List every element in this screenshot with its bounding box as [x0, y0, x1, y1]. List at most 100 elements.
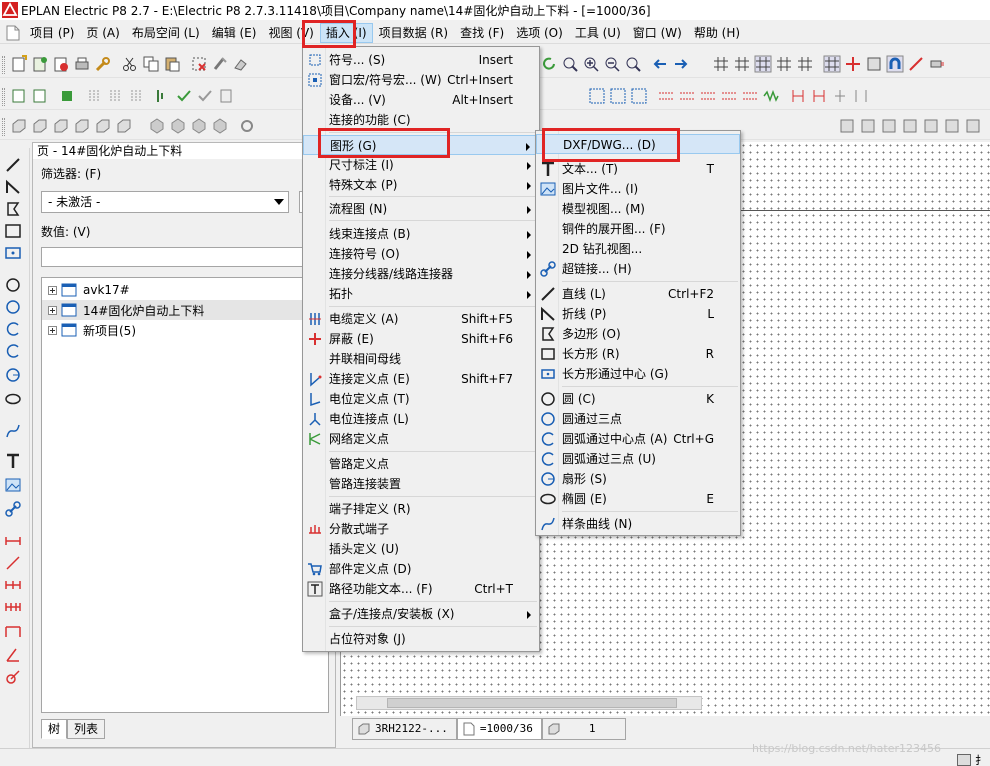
menu-item-topology[interactable]: 拓扑 — [303, 284, 539, 304]
refresh-icon[interactable] — [540, 55, 558, 73]
device-a-icon[interactable] — [154, 87, 172, 105]
toolbar-grip[interactable] — [2, 118, 5, 136]
scrollbar-thumb[interactable] — [387, 698, 677, 708]
sector-icon[interactable] — [4, 366, 22, 384]
menu-help[interactable]: 帮助 (H) — [688, 23, 746, 43]
tab-tree[interactable]: 树 — [41, 719, 68, 739]
menu-item-connection-definition[interactable]: 连接定义点 (E) Shift+F7 — [303, 369, 539, 389]
connection-a-icon[interactable] — [789, 87, 807, 105]
grid-b-icon[interactable] — [733, 55, 751, 73]
bus-b-icon[interactable] — [678, 87, 696, 105]
macro-b-icon[interactable] — [609, 87, 627, 105]
angle-dimension-icon[interactable] — [4, 646, 22, 664]
menu-item-shield[interactable]: 屏蔽 (E) Shift+F6 — [303, 329, 539, 349]
polyline-icon[interactable] — [4, 178, 22, 196]
menu-insert[interactable]: 插入 (I) — [319, 22, 373, 43]
dimension-d-icon[interactable] — [4, 598, 22, 616]
menu-item-circle-three-points[interactable]: 圆通过三点 — [536, 409, 740, 429]
mount-g-icon[interactable] — [964, 117, 982, 135]
menu-item-busbar[interactable]: 并联相间母线 — [303, 349, 539, 369]
menu-item-cable-definition[interactable]: 电缆定义 (A) Shift+F5 — [303, 309, 539, 329]
mount-a-icon[interactable] — [838, 117, 856, 135]
tab-list[interactable]: 列表 — [67, 719, 106, 739]
snap-grid-icon[interactable] — [823, 55, 841, 73]
grid-a-icon[interactable] — [712, 55, 730, 73]
connection-c-icon[interactable] — [831, 87, 849, 105]
menu-item-symbol[interactable]: 符号... (S) Insert — [303, 50, 539, 70]
grid-e-icon[interactable] — [796, 55, 814, 73]
menu-page[interactable]: 页 (A) — [80, 23, 125, 43]
3d-view-a-icon[interactable] — [148, 117, 166, 135]
expand-icon[interactable] — [48, 285, 57, 295]
bus-e-icon[interactable] — [741, 87, 759, 105]
ellipse-icon[interactable] — [4, 390, 22, 408]
menu-item-network-definition[interactable]: 网络定义点 — [303, 429, 539, 449]
mount-f-icon[interactable] — [943, 117, 961, 135]
wrench-icon[interactable] — [94, 55, 112, 73]
rectangle-center-icon[interactable] — [4, 244, 22, 262]
text-icon[interactable] — [4, 452, 22, 470]
menu-item-drilling-view[interactable]: 2D 钻孔视图... — [536, 239, 740, 259]
page-tab-active[interactable]: =1000/36 — [456, 718, 542, 740]
menu-project-data[interactable]: 项目数据 (R) — [373, 23, 455, 43]
menu-item-sector[interactable]: 扇形 (S) — [536, 469, 740, 489]
3d-box-b-icon[interactable] — [31, 117, 49, 135]
menu-item-polygon[interactable]: 多边形 (O) — [536, 324, 740, 344]
menu-edit[interactable]: 编辑 (E) — [206, 23, 263, 43]
menu-item-placeholder[interactable]: 占位符对象 (J) — [303, 629, 539, 649]
eraser-icon[interactable] — [232, 55, 250, 73]
horizontal-scrollbar[interactable] — [356, 696, 702, 710]
menu-item-text[interactable]: 文本... (T) T — [536, 159, 740, 179]
project-properties-icon[interactable] — [52, 55, 70, 73]
rotate-icon[interactable] — [238, 117, 256, 135]
menu-item-flowchart[interactable]: 流程图 (N) — [303, 199, 539, 219]
menu-item-ellipse[interactable]: 椭圆 (E) E — [536, 489, 740, 509]
menu-item-dxf-dwg[interactable]: DXF/DWG... (D) — [536, 134, 740, 154]
mount-c-icon[interactable] — [880, 117, 898, 135]
tree-item[interactable]: 14#固化炉自动上下料 — [42, 300, 328, 320]
menu-item-graphics[interactable]: 图形 (G) — [303, 135, 539, 155]
device-b-icon[interactable] — [217, 87, 235, 105]
3d-view-c-icon[interactable] — [190, 117, 208, 135]
paste-icon[interactable] — [163, 55, 181, 73]
zoom-out-icon[interactable] — [603, 55, 621, 73]
tree-item[interactable]: 新项目(5) — [42, 320, 328, 340]
3d-view-b-icon[interactable] — [169, 117, 187, 135]
spline-icon[interactable] — [4, 422, 22, 440]
menu-item-connection-symbol[interactable]: 连接符号 (O) — [303, 244, 539, 264]
check-icon[interactable] — [175, 87, 193, 105]
menu-item-connected-function[interactable]: 连接的功能 (C) — [303, 110, 539, 130]
zoom-100-icon[interactable] — [624, 55, 642, 73]
zoom-window-icon[interactable] — [561, 55, 579, 73]
3d-box-a-icon[interactable] — [10, 117, 28, 135]
circle-icon[interactable] — [4, 276, 22, 294]
menu-item-rectangle-center[interactable]: 长方形通过中心 (G) — [536, 364, 740, 384]
menu-item-pipe-connection[interactable]: 管路连接装置 — [303, 474, 539, 494]
mount-d-icon[interactable] — [901, 117, 919, 135]
terminal-a-icon[interactable] — [85, 87, 103, 105]
radius-dimension-icon[interactable] — [4, 668, 22, 686]
mount-e-icon[interactable] — [922, 117, 940, 135]
menu-tools[interactable]: 工具 (U) — [569, 23, 627, 43]
menu-item-model-view[interactable]: 模型视图... (M) — [536, 199, 740, 219]
menu-window[interactable]: 窗口 (W) — [627, 23, 688, 43]
menu-item-circle[interactable]: 圆 (C) K — [536, 389, 740, 409]
menu-item-arc-three-points[interactable]: 圆弧通过三点 (U) — [536, 449, 740, 469]
page-nav-2-icon[interactable] — [31, 87, 49, 105]
back-arrow-icon[interactable] — [651, 55, 669, 73]
filter-dropdown[interactable]: - 未激活 - — [41, 191, 289, 213]
new-project-icon[interactable] — [10, 55, 28, 73]
hyperlink-icon[interactable] — [4, 500, 22, 518]
toolbar-grip[interactable] — [2, 56, 5, 74]
menu-item-plug-definition[interactable]: 插头定义 (U) — [303, 539, 539, 559]
value-input[interactable] — [41, 247, 329, 267]
magnet-icon[interactable] — [886, 55, 904, 73]
menu-item-terminal-strip[interactable]: 端子排定义 (R) — [303, 499, 539, 519]
wave-icon[interactable] — [762, 87, 780, 105]
open-project-icon[interactable] — [31, 55, 49, 73]
menu-item-special-text[interactable]: 特殊文本 (P) — [303, 175, 539, 195]
print-icon[interactable] — [73, 55, 91, 73]
menu-options[interactable]: 选项 (O) — [510, 23, 569, 43]
menu-item-potential-definition[interactable]: 电位定义点 (T) — [303, 389, 539, 409]
toolbar-grip[interactable] — [2, 88, 5, 106]
